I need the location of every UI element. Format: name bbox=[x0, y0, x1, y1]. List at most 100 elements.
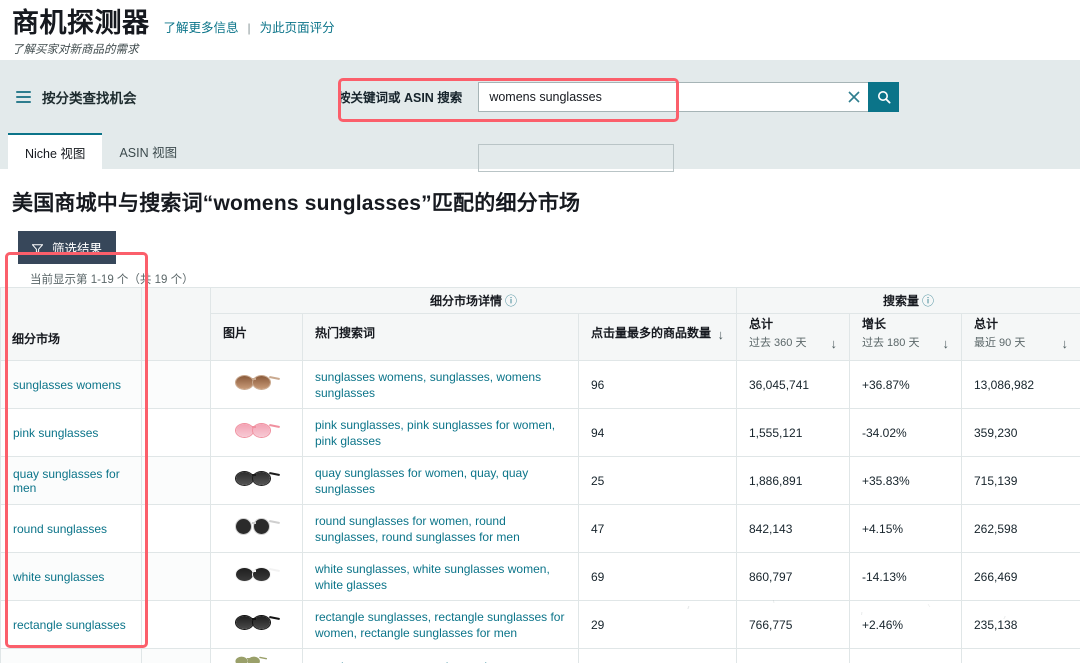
thumb-tortoise-cateye-sunglasses bbox=[234, 371, 280, 395]
cell-growth-180: +2.46% bbox=[849, 600, 962, 649]
th-top-clicked-products: 点击量最多的商品数量 ↓ bbox=[578, 313, 737, 361]
table-row: rectangle sunglasses rectangle sunglasse… bbox=[0, 600, 1080, 649]
cell-growth-180: +35.83% bbox=[849, 456, 962, 505]
search-terms-link[interactable]: white sunglasses, white sunglasses women… bbox=[315, 561, 566, 593]
header-links: 了解更多信息 | 为此页面评分 bbox=[164, 17, 335, 36]
cell-niche: sunglasses womens bbox=[0, 360, 142, 409]
page-title: 美国商城中与搜索词“womens sunglasses”匹配的细分市场 bbox=[12, 192, 581, 215]
cell-total-360: 1,555,121 bbox=[736, 408, 850, 457]
th-total-360-sub: 过去 360 天 bbox=[749, 337, 807, 349]
cell-total-90: 13,086,982 bbox=[961, 360, 1080, 409]
niche-link[interactable]: round sunglasses bbox=[13, 522, 107, 536]
sort-arrow-icon[interactable]: ↓ bbox=[831, 337, 838, 350]
result-count-text: 当前显示第 1-19 个（共 19 个） bbox=[30, 274, 194, 286]
filter-results-label: 筛选结果 bbox=[52, 242, 103, 256]
niche-link[interactable]: pink sunglasses bbox=[13, 426, 98, 440]
cell-total-90: 715,139 bbox=[961, 456, 1080, 505]
cell-thumbnail bbox=[210, 504, 303, 553]
cell-spacer bbox=[141, 408, 211, 457]
th-growth-180: 增长 过去 180 天 ↓ bbox=[849, 313, 962, 361]
cell-clicked-products: 25 bbox=[578, 456, 737, 505]
search-zone: 按关键词或 ASIN 搜索 bbox=[338, 60, 900, 133]
cell-search-terms: pink sunglasses, pink sunglasses for wom… bbox=[302, 408, 579, 457]
sort-arrow-icon[interactable]: ↓ bbox=[718, 328, 725, 341]
learn-more-link[interactable]: 了解更多信息 bbox=[164, 17, 239, 36]
header-link-separator: | bbox=[247, 21, 251, 35]
thumb-pink-rectangle-sunglasses bbox=[234, 419, 280, 443]
search-shell bbox=[478, 81, 900, 112]
tab-niche-view[interactable]: Niche 视图 bbox=[8, 132, 103, 169]
cell-clicked-products: 69 bbox=[578, 552, 737, 601]
cell-search-terms: sunglasses womens, sunglasses, womens su… bbox=[302, 360, 579, 409]
search-terms-link[interactable]: quay sunglasses for women, quay, quay su… bbox=[315, 465, 566, 497]
help-circle-icon[interactable]: ⓘ bbox=[505, 294, 517, 308]
search-terms-link[interactable]: round sunglasses for women, round sungla… bbox=[315, 513, 566, 545]
niche-link[interactable]: white sunglasses bbox=[13, 570, 104, 584]
cell-clicked-products: 47 bbox=[578, 504, 737, 553]
search-terms-link[interactable]: rectangle sunglasses, rectangle sunglass… bbox=[315, 609, 566, 641]
search-terms-link[interactable]: pink sunglasses, pink sunglasses for wom… bbox=[315, 417, 566, 449]
cell-thumbnail bbox=[210, 552, 303, 601]
search-terms-link[interactable]: sunglasses womens pack, sunglasses set, … bbox=[315, 659, 566, 663]
cell-spacer bbox=[141, 504, 211, 553]
cell-thumbnail bbox=[210, 600, 303, 649]
table-row: pink sunglasses pink sunglasses, pink su… bbox=[0, 408, 1080, 457]
search-input[interactable] bbox=[479, 82, 841, 111]
cell-spacer bbox=[141, 600, 211, 649]
find-by-category-label: 按分类查找机会 bbox=[42, 90, 137, 106]
app-header: 商机探测器 了解更多信息 | 为此页面评分 了解买家对新商品的需求 bbox=[0, 0, 1080, 60]
table-row: sunglasses womens sunglasses womens, sun… bbox=[0, 360, 1080, 409]
th-top-search-terms-label: 热门搜索词 bbox=[315, 326, 376, 340]
cell-total-360: 134,217 bbox=[736, 648, 850, 663]
funnel-icon bbox=[31, 243, 44, 255]
cell-search-terms: white sunglasses, white sunglasses women… bbox=[302, 552, 579, 601]
niche-results-table: 细分市场详情 ⓘ 搜索量 ⓘ 图片 热门搜索词 点击量最多的商品数量 ↓ 总计 … bbox=[0, 287, 1080, 663]
cell-total-90: 262,598 bbox=[961, 504, 1080, 553]
cell-growth-180: +52.38% bbox=[849, 648, 962, 663]
close-x-icon[interactable] bbox=[841, 83, 869, 111]
niche-link[interactable]: rectangle sunglasses bbox=[13, 618, 126, 632]
cell-clicked-products: 96 bbox=[578, 360, 737, 409]
tab-asin-view[interactable]: ASIN 视图 bbox=[102, 133, 194, 169]
cell-search-terms: quay sunglasses for women, quay, quay su… bbox=[302, 456, 579, 505]
cell-spacer bbox=[141, 648, 211, 663]
niche-link[interactable]: sunglasses womens bbox=[13, 378, 121, 392]
th-growth-180-sub: 过去 180 天 bbox=[862, 337, 920, 349]
cell-total-90: 359,230 bbox=[961, 408, 1080, 457]
find-by-category-button[interactable]: 按分类查找机会 bbox=[16, 87, 137, 107]
cell-thumbnail bbox=[210, 408, 303, 457]
niche-link[interactable]: quay sunglasses for men bbox=[13, 467, 120, 495]
thumb-black-round-sunglasses bbox=[234, 515, 280, 539]
cell-clicked-products: 94 bbox=[578, 408, 737, 457]
th-total-90-label: 总计 bbox=[974, 317, 999, 331]
th-image: 图片 bbox=[210, 313, 303, 361]
brand-row: 商机探测器 了解更多信息 | 为此页面评分 bbox=[12, 8, 335, 38]
table-row: round sunglasses round sunglasses for wo… bbox=[0, 504, 1080, 553]
cell-total-90: 52,638 bbox=[961, 648, 1080, 663]
cell-total-360: 1,886,891 bbox=[736, 456, 850, 505]
rate-page-link[interactable]: 为此页面评分 bbox=[260, 17, 335, 36]
th-niche-label: 细分市场 bbox=[12, 332, 61, 346]
th-group-niche-details: 细分市场详情 ⓘ bbox=[210, 287, 737, 314]
cell-niche: rectangle sunglasses bbox=[0, 600, 142, 649]
cell-niche: sunglasses set bbox=[0, 648, 142, 663]
group-niche-details-label: 细分市场详情 bbox=[429, 294, 502, 308]
th-image-label: 图片 bbox=[223, 326, 248, 340]
table-row: white sunglasses white sunglasses, white… bbox=[0, 552, 1080, 601]
brand-block: 商机探测器 了解更多信息 | 为此页面评分 了解买家对新商品的需求 bbox=[12, 8, 335, 57]
th-total-90: 总计 最近 90 天 ↓ bbox=[961, 313, 1080, 361]
help-circle-icon[interactable]: ⓘ bbox=[922, 294, 934, 308]
sort-arrow-icon[interactable]: ↓ bbox=[1062, 337, 1069, 350]
search-label: 按关键词或 ASIN 搜索 bbox=[338, 91, 463, 105]
table-row: sunglasses set bbox=[0, 648, 1080, 663]
cell-total-90: 235,138 bbox=[961, 600, 1080, 649]
sort-arrow-icon[interactable]: ↓ bbox=[943, 337, 950, 350]
filter-results-button[interactable]: 筛选结果 bbox=[18, 231, 117, 264]
search-icon bbox=[877, 90, 891, 104]
opportunity-explorer-page: 商机探测器 了解更多信息 | 为此页面评分 了解买家对新商品的需求 按分类查找机… bbox=[0, 0, 1080, 663]
search-terms-link[interactable]: sunglasses womens, sunglasses, womens su… bbox=[315, 369, 566, 401]
search-button[interactable] bbox=[868, 81, 900, 112]
th-top-search-terms: 热门搜索词 bbox=[302, 313, 579, 361]
cell-thumbnail bbox=[210, 648, 303, 663]
cell-spacer bbox=[141, 456, 211, 505]
